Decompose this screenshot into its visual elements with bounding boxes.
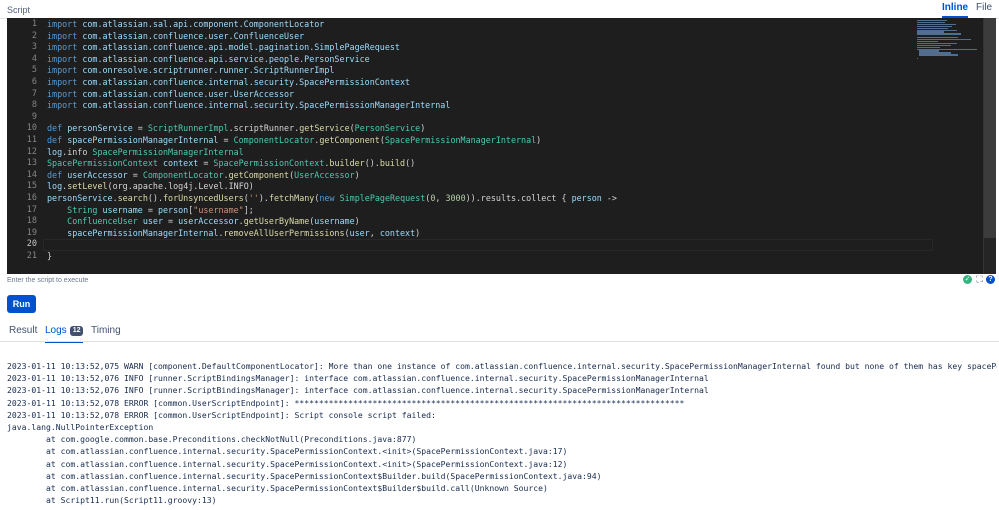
code-line[interactable]: spacePermissionManagerInternal.removeAll… xyxy=(47,228,420,240)
line-number: 13 xyxy=(26,158,37,169)
line-number: 15 xyxy=(26,181,37,192)
code-line[interactable]: import com.onresolve.scriptrunner.runner… xyxy=(47,65,334,77)
editor-scrollbar-thumb[interactable] xyxy=(984,18,996,238)
code-line[interactable]: import com.atlassian.confluence.api.serv… xyxy=(47,54,370,66)
line-number: 6 xyxy=(31,77,37,87)
tab-result[interactable]: Result xyxy=(9,325,37,341)
run-button[interactable]: Run xyxy=(7,295,36,313)
tab-result-label: Result xyxy=(9,325,38,336)
line-number-gutter: 1 2 3 4 5 6 7 8 9 10 11 12 13 14 15 16 17 18 19 20 21 xyxy=(7,18,43,274)
code-editor[interactable]: 1 2 3 4 5 6 7 8 9 10 11 12 13 14 15 16 17 18 19 20 21 import… xyxy=(7,18,996,274)
line-number: 3 xyxy=(31,42,37,53)
line-number: 8 xyxy=(31,100,37,111)
code-line[interactable]: def personService = ScriptRunnerImpl.scr… xyxy=(47,123,425,135)
editor-scrollbar[interactable] xyxy=(983,18,996,274)
log-line: 2023-01-11 10:13:52,075 WARN [component.… xyxy=(7,361,997,371)
code-line[interactable]: log.info SpacePermissionManagerInternal xyxy=(47,147,244,159)
script-section-label: Script xyxy=(7,5,31,15)
expand-icon[interactable]: ⛶ xyxy=(975,275,984,284)
line-number: 14 xyxy=(26,169,37,180)
log-line: at Script11.run(Script11.groovy:13) xyxy=(7,495,217,506)
line-number: 17 xyxy=(26,204,37,215)
result-tabs-divider xyxy=(0,341,999,342)
line-number: 7 xyxy=(31,88,37,99)
minimap-line xyxy=(917,58,918,60)
code-line[interactable]: import com.atlassian.confluence.internal… xyxy=(47,77,410,89)
check-icon: ✓ xyxy=(963,275,972,284)
log-line: 2023-01-11 10:13:52,078 ERROR [common.Us… xyxy=(7,409,436,420)
minimap-line xyxy=(917,33,961,35)
log-line: at com.google.common.base.Preconditions.… xyxy=(7,434,417,445)
help-icon[interactable]: ? xyxy=(986,275,995,284)
log-line: java.lang.NullPointerException xyxy=(7,422,154,432)
code-line[interactable]: personService.search().forUnsyncedUsers(… xyxy=(47,193,617,205)
code-line[interactable]: SpacePermissionContext context = SpacePe… xyxy=(47,158,415,170)
code-line[interactable]: } xyxy=(47,251,52,263)
code-line[interactable]: import com.atlassian.confluence.user.Use… xyxy=(47,89,294,101)
code-line[interactable]: def userAccessor = ComponentLocator.getC… xyxy=(47,170,360,182)
tab-inline[interactable]: Inline xyxy=(942,2,969,18)
line-number: 20 xyxy=(26,239,37,250)
code-line[interactable]: def spacePermissionManagerInternal = Com… xyxy=(47,135,541,147)
line-number: 4 xyxy=(31,53,37,64)
code-line[interactable]: String username = person["username"]; xyxy=(47,205,254,217)
line-number: 5 xyxy=(31,65,37,76)
tab-timing[interactable]: Timing xyxy=(91,325,121,341)
current-line-highlight xyxy=(43,239,933,251)
line-number: 11 xyxy=(26,135,37,145)
line-number: 2 xyxy=(31,30,37,41)
tab-timing-label: Timing xyxy=(91,325,121,336)
code-line[interactable]: ConfluenceUser user = userAccessor.getUs… xyxy=(47,216,360,228)
log-line: 2023-01-11 10:13:52,076 INFO [runner.Scr… xyxy=(7,373,709,384)
editor-hint: Enter the script to execute xyxy=(7,277,89,284)
log-output: 2023-01-11 10:13:52,075 WARN [component.… xyxy=(7,360,997,510)
tab-file[interactable]: File xyxy=(976,2,992,16)
line-number: 1 xyxy=(31,19,37,29)
logs-count-badge: 12 xyxy=(69,326,84,336)
line-number: 9 xyxy=(31,111,37,122)
log-line: at com.atlassian.confluence.internal.sec… xyxy=(7,446,568,457)
line-number: 18 xyxy=(26,216,37,227)
log-line: 2023-01-11 10:13:52,076 INFO [runner.Scr… xyxy=(7,385,709,396)
tab-logs-label: Logs xyxy=(45,325,67,336)
line-number: 21 xyxy=(26,251,37,261)
editor-minimap[interactable] xyxy=(917,20,979,60)
log-line: 2023-01-11 10:13:52,078 ERROR [common.Us… xyxy=(7,397,685,408)
code-line[interactable]: import com.atlassian.confluence.internal… xyxy=(47,100,450,112)
line-number: 16 xyxy=(26,193,37,203)
line-number: 19 xyxy=(26,227,37,238)
code-line[interactable]: import com.atlassian.sal.api.component.C… xyxy=(47,19,324,31)
code-line[interactable]: import com.atlassian.confluence.api.mode… xyxy=(47,42,400,54)
code-line[interactable]: import com.atlassian.confluence.user.Con… xyxy=(47,31,304,43)
log-line: at com.atlassian.confluence.internal.sec… xyxy=(7,483,548,493)
minimap-line xyxy=(919,54,958,56)
code-line[interactable]: log.setLevel(org.apache.log4j.Level.INFO… xyxy=(47,181,254,193)
log-line: at com.atlassian.confluence.internal.sec… xyxy=(7,470,602,481)
log-line: at com.atlassian.confluence.internal.sec… xyxy=(7,458,568,469)
line-number: 10 xyxy=(26,123,37,134)
line-number: 12 xyxy=(26,146,37,157)
